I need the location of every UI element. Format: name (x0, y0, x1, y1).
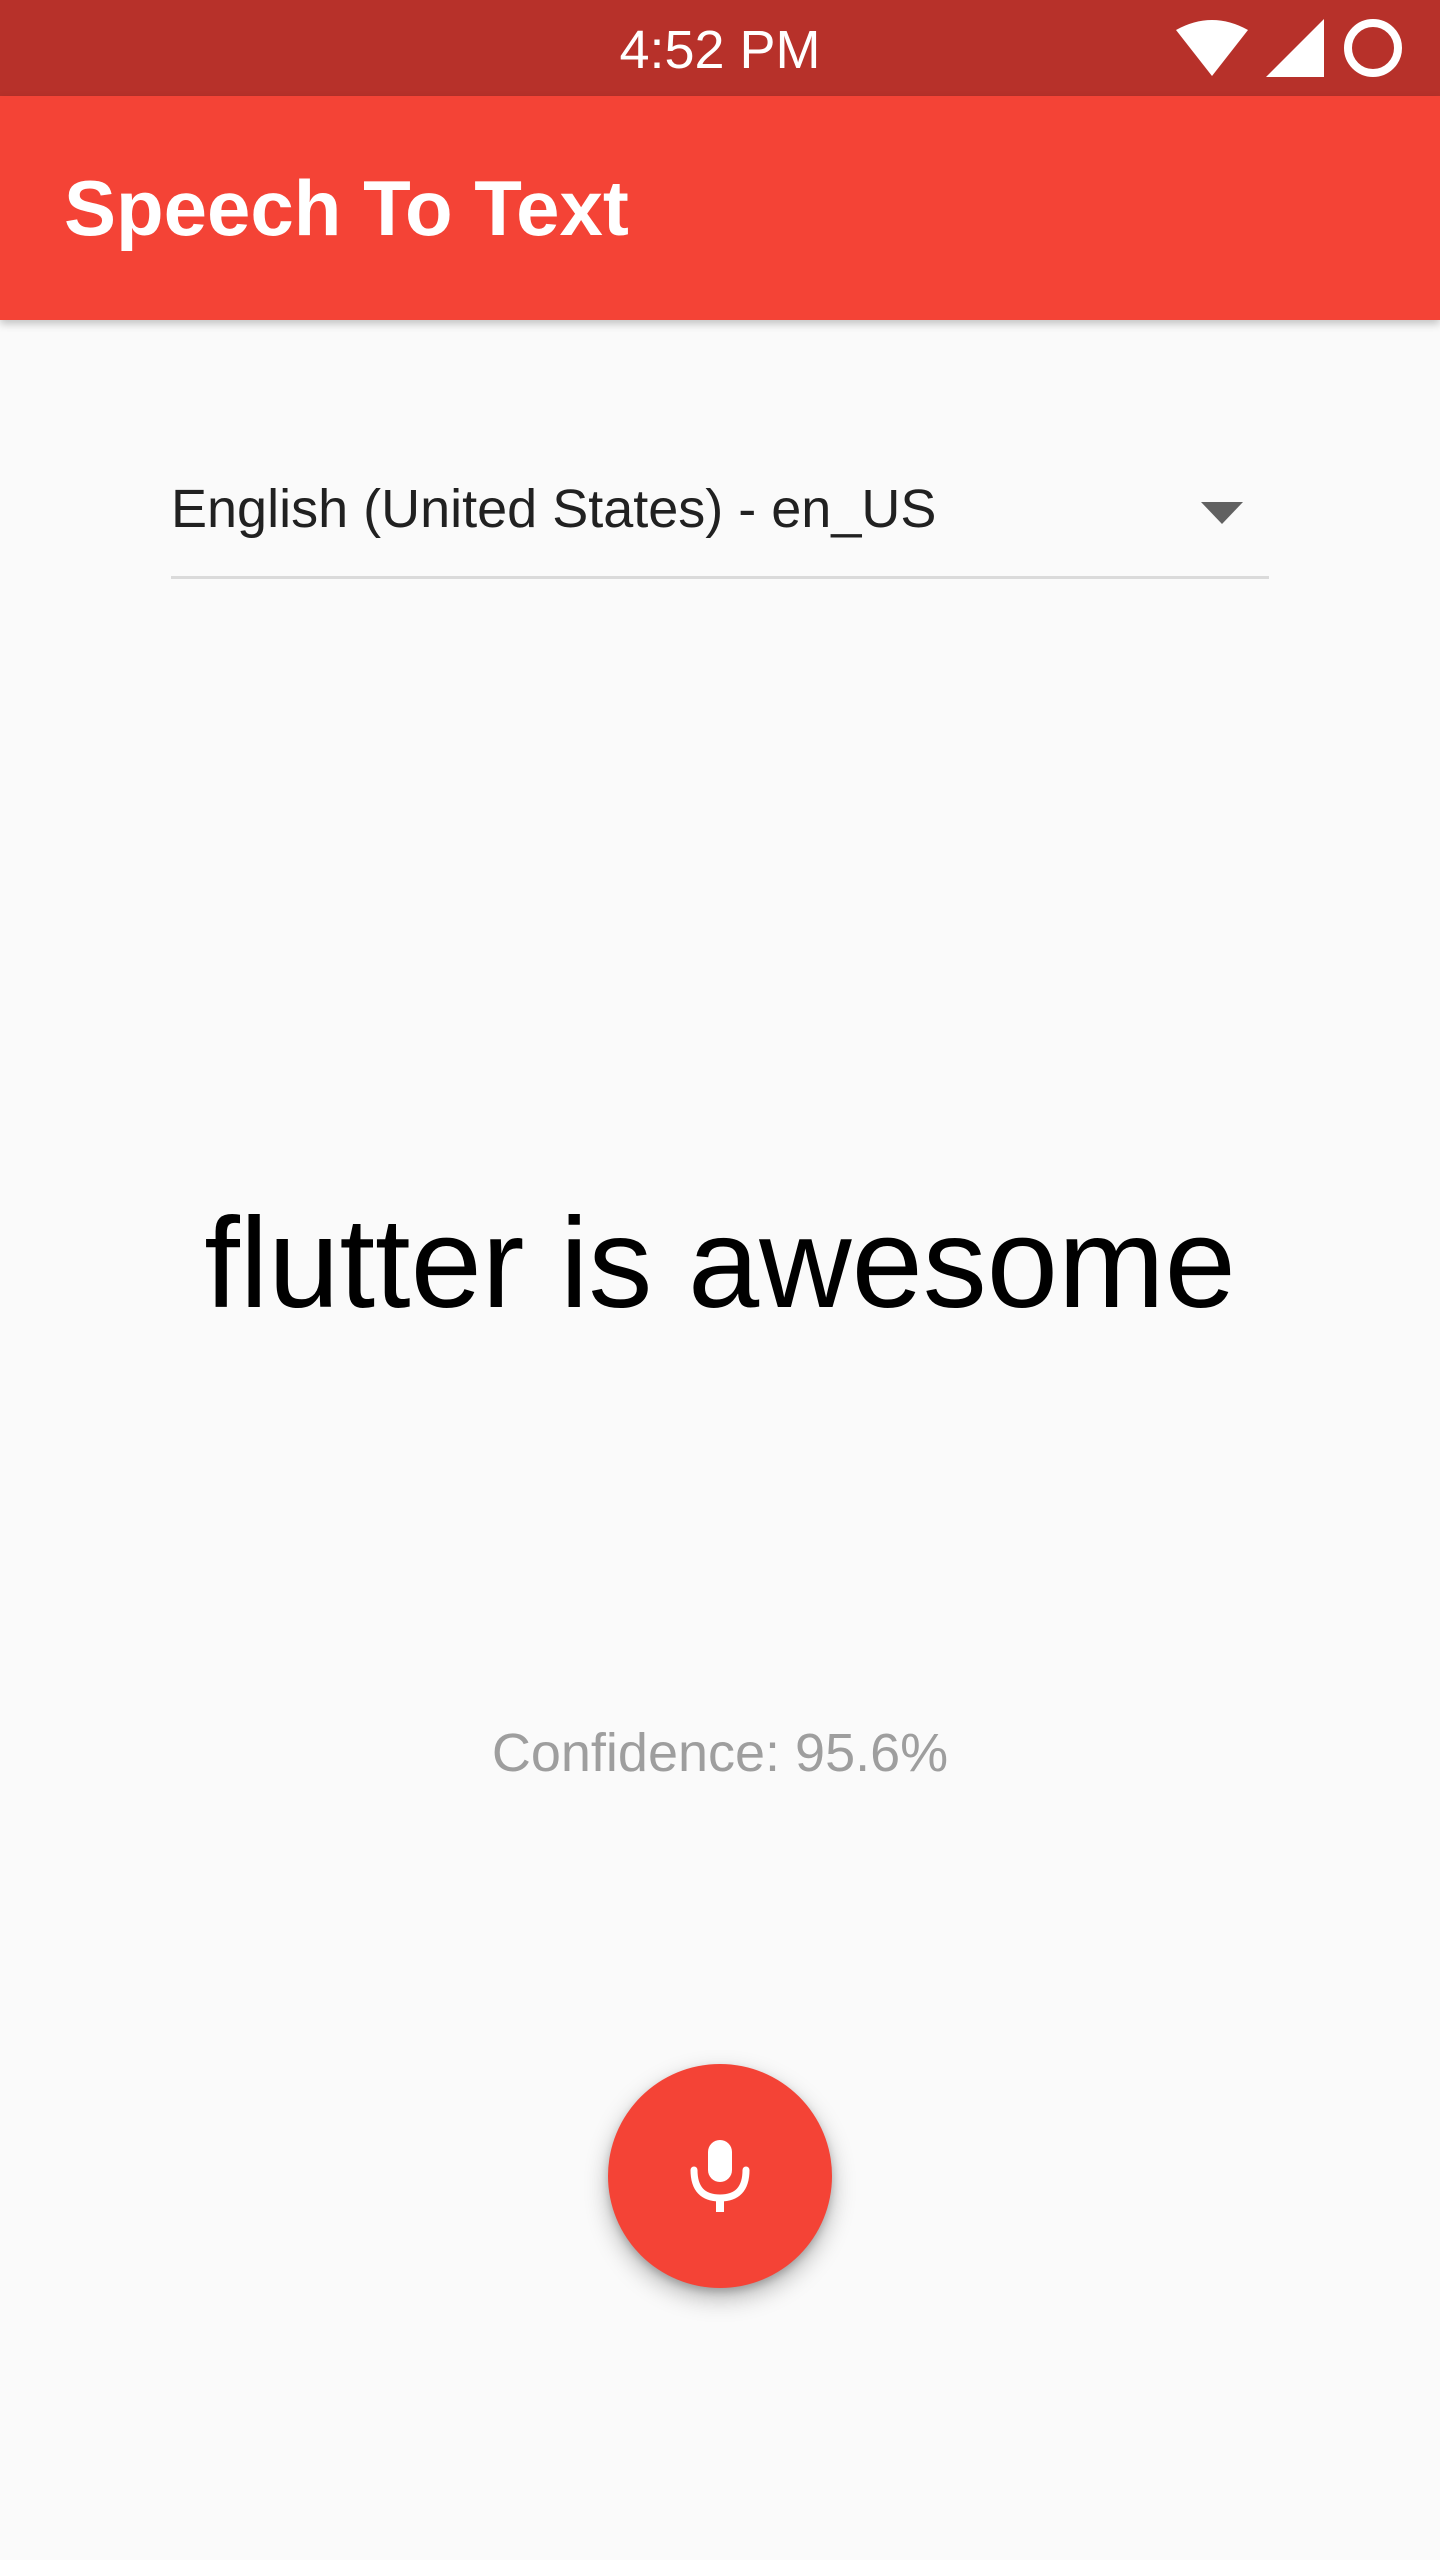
recognized-text: flutter is awesome (204, 1192, 1236, 1335)
status-icons (1176, 16, 1404, 80)
dropdown-arrow-icon (1201, 502, 1243, 529)
locale-selected-value: English (United States) - en_US (171, 479, 937, 539)
microphone-button[interactable] (608, 2064, 832, 2288)
app-bar: Speech To Text (0, 96, 1440, 320)
wifi-icon (1176, 20, 1248, 76)
cellular-signal-icon (1266, 19, 1324, 77)
locale-dropdown[interactable]: English (United States) - en_US (171, 452, 1269, 579)
status-bar: 4:52 PM (0, 0, 1440, 96)
battery-circle-icon (1342, 17, 1404, 79)
confidence-text: Confidence: 95.6% (491, 1723, 949, 1783)
microphone-icon (680, 2136, 760, 2216)
page-title: Speech To Text (64, 164, 629, 252)
